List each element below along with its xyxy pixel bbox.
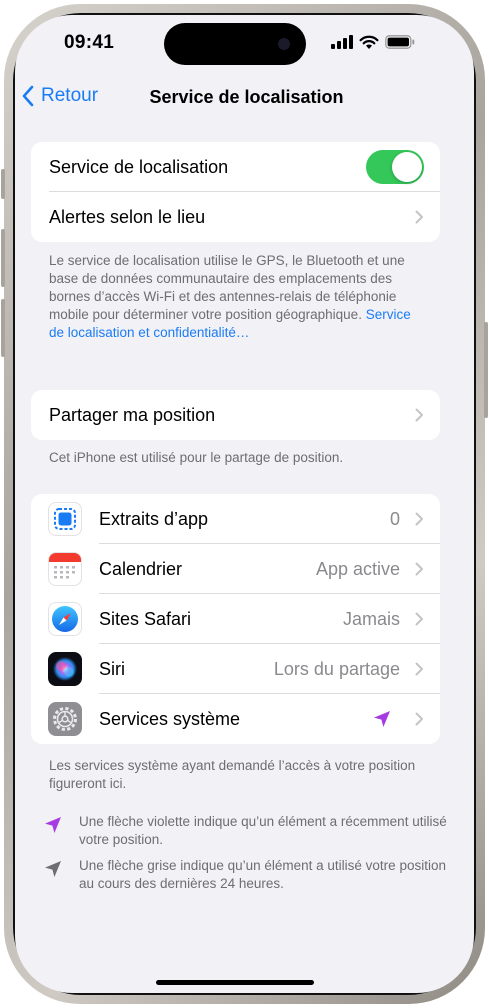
chevron-right-icon bbox=[415, 712, 423, 726]
app-row-safari[interactable]: Sites Safari Jamais bbox=[31, 594, 440, 644]
app-value: Lors du partage bbox=[273, 658, 400, 679]
legend-purple: Une flèche violette indique qu’un élémen… bbox=[43, 813, 447, 849]
siri-icon bbox=[48, 652, 82, 686]
location-services-toggle[interactable] bbox=[366, 150, 424, 184]
chevron-right-icon bbox=[415, 210, 423, 224]
app-value: Jamais bbox=[342, 608, 400, 629]
chevron-right-icon bbox=[415, 662, 423, 676]
app-value: App active bbox=[315, 558, 400, 579]
status-time: 09:41 bbox=[64, 32, 115, 53]
wifi-icon bbox=[359, 35, 379, 49]
chevron-left-icon bbox=[22, 85, 34, 107]
status-icons bbox=[331, 33, 415, 51]
location-services-label: Service de localisation bbox=[49, 156, 229, 177]
volume-up-button bbox=[1, 229, 5, 287]
calendar-icon bbox=[48, 552, 82, 586]
chevron-right-icon bbox=[415, 408, 423, 422]
app-clips-icon bbox=[48, 502, 82, 536]
share-location-group: Partager ma position bbox=[31, 390, 440, 440]
location-settings-group: Service de localisation Alertes selon le… bbox=[31, 142, 440, 242]
location-arrow-purple-icon bbox=[45, 817, 61, 833]
cellular-signal-icon bbox=[331, 35, 353, 49]
location-arrow-gray-icon bbox=[45, 861, 61, 877]
share-footer: Cet iPhone est utilisé pour le partage d… bbox=[49, 450, 344, 465]
location-alerts-row[interactable]: Alertes selon le lieu bbox=[31, 192, 440, 242]
iphone-frame: 09:41 Service de localisation Retour Ser… bbox=[1, 4, 488, 1004]
back-button[interactable]: Retour bbox=[21, 85, 98, 107]
apps-group: Extraits d’app 0 Calendrier App active S… bbox=[31, 494, 440, 744]
legend-gray: Une flèche grise indique qu’un élément a… bbox=[43, 857, 447, 893]
settings-gear-icon bbox=[48, 702, 82, 736]
chevron-right-icon bbox=[415, 562, 423, 576]
safari-icon bbox=[48, 602, 82, 636]
location-services-row: Service de localisation bbox=[31, 142, 440, 192]
location-arrow-purple-icon bbox=[374, 711, 390, 727]
apps-footer: Les services système ayant demandé l’acc… bbox=[49, 758, 416, 791]
camera-icon bbox=[278, 38, 290, 50]
location-footer-text: Le service de localisation utilise le GP… bbox=[49, 253, 405, 322]
battery-icon bbox=[385, 35, 415, 49]
app-row-system-services[interactable]: Services système bbox=[31, 694, 440, 744]
legend-purple-text: Une flèche violette indique qu’un élémen… bbox=[79, 814, 447, 847]
share-location-label: Partager ma position bbox=[49, 404, 216, 425]
toggle-knob bbox=[392, 152, 422, 182]
back-label: Retour bbox=[41, 85, 99, 106]
location-alerts-label: Alertes selon le lieu bbox=[49, 206, 206, 227]
legend-gray-text: Une flèche grise indique qu’un élément a… bbox=[79, 858, 446, 891]
screen: 09:41 Service de localisation Retour Ser… bbox=[15, 15, 474, 993]
side-button bbox=[484, 322, 488, 418]
volume-down-button bbox=[1, 299, 5, 357]
share-location-row[interactable]: Partager ma position bbox=[31, 390, 440, 440]
home-indicator[interactable] bbox=[156, 980, 314, 985]
app-row-siri[interactable]: Siri Lors du partage bbox=[31, 644, 440, 694]
chevron-right-icon bbox=[415, 612, 423, 626]
chevron-right-icon bbox=[415, 512, 423, 526]
app-value: 0 bbox=[389, 508, 400, 529]
app-row-app-clips[interactable]: Extraits d’app 0 bbox=[31, 494, 440, 544]
action-button bbox=[1, 169, 5, 199]
app-row-calendar[interactable]: Calendrier App active bbox=[31, 544, 440, 594]
dynamic-island bbox=[164, 23, 306, 65]
location-footer: Le service de localisation utilise le GP… bbox=[49, 252, 421, 342]
